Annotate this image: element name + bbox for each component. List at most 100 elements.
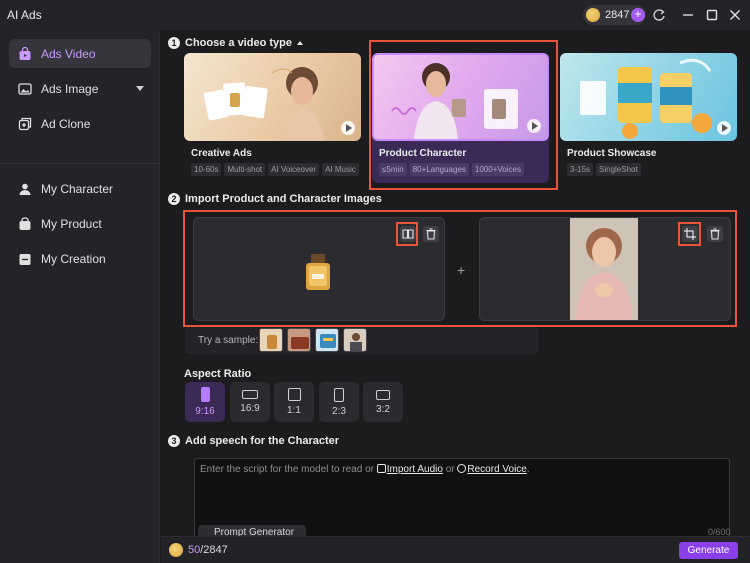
card-tags: 3-15s SingleShot [567, 163, 641, 176]
product-showcase-illustration [580, 58, 712, 139]
book-icon [402, 229, 414, 239]
credits-count: 2847 [605, 9, 630, 21]
ratio-shape [376, 389, 390, 400]
edit-product-button[interactable] [400, 226, 416, 242]
chevron-up-icon [296, 41, 303, 45]
maximize-button[interactable] [704, 7, 720, 23]
tag: 1000+Voices [471, 163, 524, 176]
delete-character-button[interactable] [707, 226, 723, 242]
sample-thumb-person[interactable] [343, 328, 367, 352]
script-placeholder: Enter the script for the model to read o… [200, 464, 530, 475]
tag: SingleShot [596, 163, 641, 176]
credits-usage: 50/2847 [188, 544, 228, 556]
clone-icon [18, 117, 32, 130]
sidebar-item-my-creation[interactable]: My Creation [9, 244, 151, 273]
card-label: Product Character [379, 148, 467, 159]
card-product-showcase[interactable]: Product Showcase 3-15s SingleShot [560, 53, 737, 183]
card-product-character[interactable]: Product Character ≤5min 80+Languages 100… [372, 53, 549, 183]
folder-icon [19, 253, 31, 265]
ratio-label: 2:3 [332, 405, 346, 417]
card-thumbnail [184, 53, 361, 141]
sample-thumb-cards[interactable] [315, 328, 339, 352]
minimize-button[interactable] [680, 7, 696, 23]
ratio-shape [242, 390, 258, 399]
card-thumbnail [372, 53, 549, 141]
import-audio-link[interactable]: Import Audio [387, 464, 443, 475]
ratio-2-3[interactable]: 2:3 [319, 382, 359, 422]
character-upload-panel[interactable] [479, 217, 731, 321]
ratio-shape [200, 387, 210, 402]
section-title-text: Add speech for the Character [185, 435, 340, 447]
card-tags: 10-60s Multi-shot AI Voiceover AI Music [191, 163, 359, 176]
step-number: 2 [168, 193, 180, 205]
sidebar: Ads Video Ads Image Ad Clone My Characte… [0, 30, 160, 563]
tag: 3-15s [567, 163, 594, 176]
step-number: 1 [168, 37, 180, 49]
credits-used: 50 [188, 544, 201, 556]
tag: 10-60s [191, 163, 222, 176]
sidebar-item-ad-clone[interactable]: Ad Clone [9, 109, 151, 138]
sidebar-divider [0, 163, 160, 164]
close-button[interactable] [727, 7, 743, 23]
sidebar-item-label: My Product [41, 216, 102, 231]
creative-ads-illustration [203, 67, 324, 141]
app-title: AI Ads [7, 8, 42, 22]
period-text: . [526, 464, 530, 475]
sample-image [267, 335, 277, 349]
section-import-title: 2 Import Product and Character Images [168, 193, 382, 205]
character-image [570, 218, 638, 320]
play-icon[interactable] [341, 121, 355, 135]
trash-icon [426, 228, 436, 240]
ratio-shape [287, 388, 301, 401]
delete-product-button[interactable] [423, 226, 439, 242]
import-audio-icon [376, 464, 386, 473]
chevron-down-icon[interactable] [136, 86, 144, 91]
sidebar-item-ads-video[interactable]: Ads Video [9, 39, 151, 68]
title-bar: AI Ads 2847 + [0, 0, 750, 30]
image-icon [18, 82, 32, 95]
coin-icon [586, 8, 600, 22]
tag: AI Voiceover [268, 163, 320, 176]
play-icon[interactable] [527, 119, 541, 133]
sample-image [350, 333, 362, 351]
sample-thumb-perfume[interactable] [259, 328, 283, 352]
person-icon [19, 183, 31, 195]
bag-icon [19, 46, 31, 60]
product-upload-panel[interactable] [193, 217, 445, 321]
sample-image [291, 337, 309, 349]
section-video-type-title[interactable]: 1 Choose a video type [168, 37, 303, 49]
trash-icon [710, 228, 720, 240]
sidebar-item-my-character[interactable]: My Character [9, 174, 151, 203]
credits-total: /2847 [200, 544, 228, 556]
product-image [306, 254, 330, 290]
ratio-9-16[interactable]: 9:16 [185, 382, 225, 422]
card-creative-ads[interactable]: Creative Ads 10-60s Multi-shot AI Voiceo… [184, 53, 361, 183]
sidebar-item-label: My Creation [41, 251, 106, 266]
crop-character-button[interactable] [682, 226, 698, 242]
card-label: Product Showcase [567, 148, 657, 159]
crop-icon [684, 228, 696, 240]
product-icon [19, 216, 31, 230]
refresh-icon[interactable] [652, 8, 666, 22]
ratio-label: 9:16 [195, 406, 215, 417]
generate-button[interactable]: Generate [679, 542, 738, 559]
sidebar-item-my-product[interactable]: My Product [9, 209, 151, 238]
ratio-3-2[interactable]: 3:2 [363, 382, 403, 422]
sample-thumb-bag[interactable] [287, 328, 311, 352]
aspect-ratio-title: Aspect Ratio [184, 368, 252, 380]
play-icon[interactable] [717, 121, 731, 135]
placeholder-text: Enter the script for the model to read o… [200, 464, 374, 475]
ratio-label: 3:2 [376, 403, 390, 415]
add-credits-button[interactable]: + [631, 8, 645, 22]
ratio-label: 1:1 [287, 405, 301, 416]
product-character-illustration [391, 63, 518, 139]
coin-icon [169, 543, 183, 557]
record-voice-link[interactable]: Record Voice [467, 464, 526, 475]
sidebar-item-label: Ads Video [41, 46, 96, 61]
step-number: 3 [168, 435, 180, 447]
or-text: or [445, 464, 455, 475]
section-speech-title: 3 Add speech for the Character [168, 435, 339, 447]
ratio-1-1[interactable]: 1:1 [274, 382, 314, 422]
ratio-16-9[interactable]: 16:9 [230, 382, 270, 422]
sidebar-item-ads-image[interactable]: Ads Image [9, 74, 151, 103]
